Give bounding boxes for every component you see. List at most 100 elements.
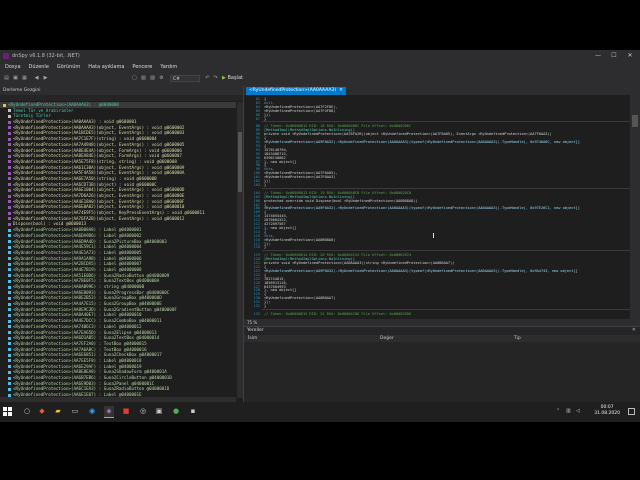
method-icon	[8, 154, 11, 158]
clock-date: 31.08.2020	[594, 411, 620, 416]
code-line[interactable]: }, new object[]	[264, 288, 296, 292]
menu-help[interactable]: Yardım	[160, 64, 177, 70]
code-line[interactable]: <RyUndefinedProtection>(AA9F0A32).<RyUnd…	[264, 269, 578, 273]
column-value[interactable]: Değer	[380, 335, 394, 342]
tree-item-label: <RyUndefinedProtection>(AA7A4948)(object…	[13, 141, 185, 147]
tree-item-label: Temel Tür ve Arabirimler	[13, 107, 74, 113]
start-debug-button[interactable]: ▶ Başlat	[222, 75, 243, 81]
close-tab-icon[interactable]: ✕	[339, 88, 343, 93]
open-folder-icon[interactable]: ▤	[3, 75, 10, 82]
code-line[interactable]: private void <RyUndefinedProtection>(AA0…	[264, 261, 454, 265]
dnspy-icon[interactable]: ◈	[104, 406, 114, 418]
tree-item-label: <RyUndefinedProtection>(AA7D6A26)(object…	[13, 193, 185, 198]
code-line[interactable]: <RyUndefinedProtection>(AA9F0A32).<RyUnd…	[264, 206, 580, 210]
field-icon	[8, 262, 11, 266]
steam-icon[interactable]: ◎	[138, 406, 148, 417]
code-line[interactable]: }, new object[]	[264, 160, 296, 164]
scrollbar-thumb[interactable]	[238, 132, 242, 192]
column-name[interactable]: İsim	[248, 335, 257, 342]
save-all-icon[interactable]: ▦	[21, 75, 28, 82]
menu-file[interactable]: Dosya	[5, 64, 21, 70]
close-button[interactable]: ✕	[622, 50, 638, 62]
other-icon[interactable]: ▣	[154, 406, 164, 417]
save-icon[interactable]: ▣	[12, 75, 19, 82]
start-label: Başlat	[227, 75, 243, 81]
field-icon	[8, 336, 11, 340]
search-icon[interactable]: ○	[22, 406, 32, 417]
open-icon[interactable]: ▧	[140, 75, 147, 82]
code-line[interactable]: <RyUndefinedProtection>(AA0B08A8)	[264, 238, 335, 242]
new-file-icon[interactable]: ▢	[131, 75, 138, 82]
tree-item-label: <RyUndefinedProtection>(AA5F4A58)(object…	[13, 170, 185, 176]
tree-item-label: <RyUndefinedProtection>(AA7A6A8C) : Text…	[13, 346, 147, 352]
scrollbar-thumb[interactable]	[632, 115, 638, 127]
files-icon[interactable]: ▰	[53, 406, 63, 417]
code-line[interactable]: // Token: 0x06000015 RID: 21 RVA: 0x0000…	[264, 312, 411, 316]
tree-vertical-scrollbar[interactable]	[237, 102, 243, 398]
close-locals-icon[interactable]: ✕	[632, 327, 636, 333]
volume-icon[interactable]: ◁	[576, 408, 580, 414]
field-icon	[8, 348, 11, 352]
code-line[interactable]: <RyUndefinedProtection>(AA7F4F88)	[264, 109, 335, 113]
dnspy-app-icon	[3, 53, 9, 59]
code-line[interactable]: <RyUndefinedProtection>(AA7F0AA3)	[264, 175, 335, 179]
menu-edit[interactable]: Düzenle	[29, 64, 49, 70]
code-line[interactable]: protected override void Dispose(bool <Ry…	[264, 199, 418, 203]
code-line[interactable]: private void <RyUndefinedProtection>(AA7…	[264, 132, 552, 136]
tree-item-label: <RyUndefinedProtection>(AA6B7EB6) : Guna…	[13, 375, 172, 380]
back-icon[interactable]: ◀	[33, 75, 40, 82]
maximize-button[interactable]: ☐	[606, 50, 622, 62]
windows-start-icon[interactable]	[3, 407, 13, 417]
brave-icon[interactable]: ◆	[37, 406, 47, 417]
code-line[interactable]: <RyUndefinedProtection>(AA0B0AA7)	[264, 296, 335, 300]
method-icon	[8, 120, 11, 124]
zoom-level[interactable]: 75 %	[244, 319, 640, 326]
tree-item-label: <RyUndefinedProtection>(AA0AAAA3) : void…	[13, 119, 137, 125]
chrome-icon[interactable]: ●	[171, 406, 181, 417]
method-separator	[262, 187, 630, 189]
image-icon[interactable]: ▨	[149, 75, 156, 82]
code-line[interactable]: }	[264, 245, 266, 249]
forward-icon[interactable]: ▶	[42, 75, 49, 82]
settings-icon[interactable]: ⚙	[158, 75, 165, 82]
menu-window[interactable]: Pencere	[132, 64, 152, 70]
field-icon	[8, 240, 11, 243]
method-icon	[8, 188, 11, 192]
code-line[interactable]: }	[264, 117, 266, 121]
redo-icon[interactable]: ↷	[212, 75, 219, 82]
tree-item-label: <RyUndefinedProtection>(AA51E0D6) : Guna…	[13, 272, 170, 278]
tray-up-icon[interactable]: ⌃	[556, 408, 560, 414]
code-line[interactable]: }, new object[]	[264, 226, 296, 230]
undo-icon[interactable]: ↶	[204, 75, 211, 82]
code-line[interactable]: <RyUndefinedProtection>(AA9F0A32).<RyUnd…	[264, 140, 580, 144]
language-select[interactable]: C#	[170, 75, 200, 82]
code-vertical-scrollbar[interactable]	[630, 95, 640, 319]
field-icon	[8, 257, 11, 261]
tab-ryundefinedprotection[interactable]: <RyUndefinedProtection>(AA0AAAA3) ✕	[246, 87, 346, 95]
tab-label: <RyUndefinedProtection>(AA0AAAA3)	[249, 88, 337, 93]
code-line[interactable]: }	[264, 183, 266, 187]
column-type[interactable]: Tip	[514, 335, 521, 342]
code-line[interactable]: }	[264, 304, 266, 308]
tree-item-label: <RyUndefinedProtection>(AA76FA2B)(object…	[13, 215, 185, 221]
app-icon[interactable]: ▪	[188, 406, 198, 417]
network-icon[interactable]: ▥	[566, 408, 571, 414]
menu-debug[interactable]: Hata ayıklama	[88, 64, 124, 70]
task-view-icon[interactable]: ▭	[70, 406, 80, 417]
clock[interactable]: 00:07 31.08.2020	[594, 405, 620, 417]
assembly-tree[interactable]: <RyUndefinedProtection>(AA0AAAA3) : @000…	[0, 102, 236, 398]
field-icon	[8, 313, 11, 317]
field-icon	[8, 302, 11, 306]
field-icon	[8, 245, 11, 249]
taskbar: ○ ◆ ▰ ▭ ◉ ◈ ■ ◎ ▣ ● ▪ ⌃ ▥ ◁ 00:07 31.08.…	[0, 402, 640, 422]
tree-item-label: Dispose(bool) : void @0600013	[13, 221, 87, 227]
menu-view[interactable]: Görünüm	[57, 64, 80, 70]
edge-icon[interactable]: ◉	[87, 406, 97, 417]
tree-item-label: <RyUndefinedProtection>(AA5E75F8)(string…	[13, 158, 177, 164]
minimize-button[interactable]: —	[590, 50, 606, 62]
code-editor[interactable]: 82 {83 null, 84 <RyUndefinedProtection>(A…	[244, 95, 630, 319]
assembly-explorer-title: Derleme Gezgini	[0, 86, 243, 95]
notification-icon[interactable]	[628, 408, 635, 415]
media-icon[interactable]: ■	[121, 406, 131, 417]
tree-item-label: <RyUndefinedProtection>(AA4E1A73) : Labe…	[13, 249, 142, 255]
